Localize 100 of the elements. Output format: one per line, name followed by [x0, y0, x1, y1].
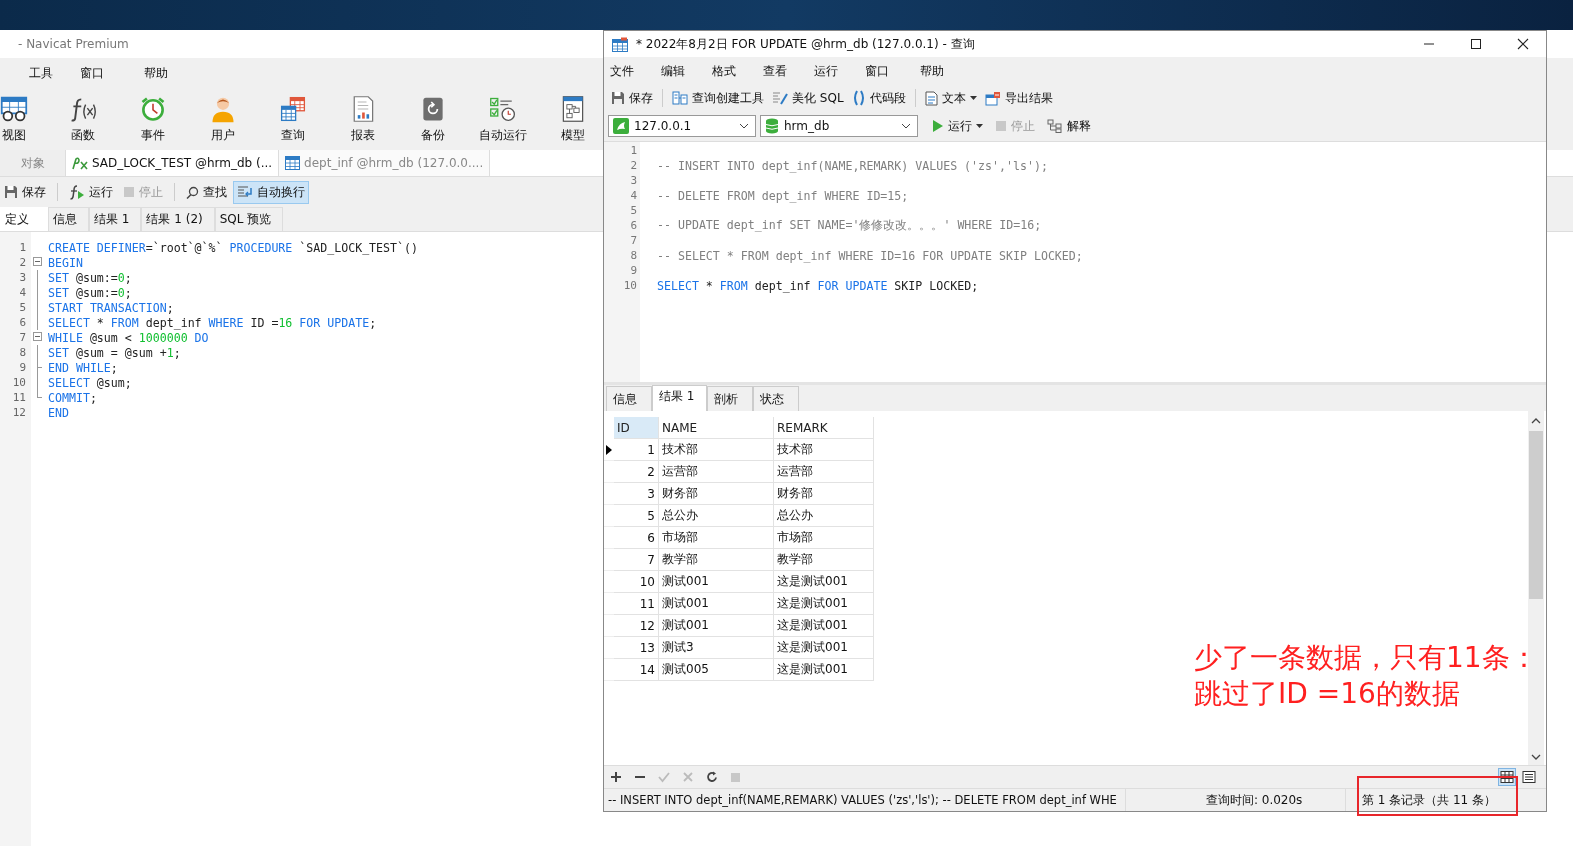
tab[interactable]: SQL 预览	[214, 207, 284, 231]
fold-marker[interactable]	[33, 332, 42, 341]
menu-item[interactable]: 查看	[763, 62, 814, 80]
refresh-icon[interactable]	[706, 771, 718, 783]
toolbar-button[interactable]: 导出结果	[980, 86, 1057, 110]
code-line: -- INSERT INTO dept_inf(NAME,REMARK) VALUES ('zs','ls');	[657, 158, 1048, 173]
menu-item[interactable]: 运行	[814, 62, 865, 80]
fold-marker[interactable]	[33, 257, 42, 266]
procedure-icon	[72, 156, 88, 170]
table-cell: 技术部	[774, 439, 874, 461]
line-number: 5	[18, 301, 26, 314]
toolbar-button[interactable]: 报表	[335, 94, 391, 144]
chevron-down-icon	[739, 123, 749, 129]
table-cell: 财务部	[659, 483, 774, 505]
line-number: 3	[629, 174, 637, 187]
table-cell: 测试001	[659, 593, 774, 615]
add-icon[interactable]	[610, 771, 622, 783]
toolbar-button[interactable]: 代码段	[847, 86, 910, 110]
stop-icon[interactable]	[730, 771, 741, 783]
check-icon[interactable]	[658, 771, 670, 783]
table-cell: 6	[614, 527, 659, 549]
scroll-down-icon[interactable]	[1531, 753, 1541, 761]
tab[interactable]: 剖析	[707, 386, 754, 411]
dropdown-arrow-icon	[969, 95, 977, 101]
toolbar-button[interactable]: 美化 SQL	[768, 86, 848, 110]
table-cell: 教学部	[774, 549, 874, 571]
scrollbar[interactable]	[1528, 411, 1544, 765]
tab[interactable]: 结果 1 (2)	[141, 207, 215, 231]
table-view-icon	[0, 94, 28, 123]
stop-icon	[123, 186, 135, 198]
toolbar-button[interactable]: 视图	[0, 94, 28, 144]
toolbar-button[interactable]: 运行	[928, 114, 987, 138]
tab[interactable]: 信息	[606, 386, 652, 411]
menu-item[interactable]: 编辑	[661, 62, 712, 80]
table-cell: 总公办	[774, 505, 874, 527]
table-cell: 测试001	[659, 615, 774, 637]
code-line: -- DELETE FROM dept_inf WHERE ID=15;	[657, 188, 909, 203]
record-count: 第 1 条记录（共 11 条）	[1361, 791, 1497, 809]
toolbar-button[interactable]: 事件	[125, 94, 181, 144]
tab[interactable]: 状态	[753, 386, 800, 411]
code-line: END WHILE;	[48, 360, 118, 375]
menu-item[interactable]: 窗口	[865, 62, 920, 80]
line-number: 4	[629, 189, 637, 202]
status-text: -- INSERT INTO dept_inf(NAME,REMARK) VALUES ('zs','ls'); -- DELETE FROM dept_inf WHE	[604, 789, 1126, 811]
toolbar-button[interactable]: 函数	[55, 94, 111, 144]
tab[interactable]: 结果 1	[89, 207, 142, 231]
form-view-icon[interactable]	[1520, 768, 1538, 786]
menu-item[interactable]: 文件	[610, 62, 661, 80]
toolbar-button[interactable]: 保存	[607, 86, 657, 110]
table-cell: 总公办	[659, 505, 774, 527]
column-header[interactable]: REMARK	[774, 417, 874, 439]
table-cell: 这是测试001	[774, 637, 874, 659]
toolbar-button[interactable]: 自动换行	[233, 180, 309, 204]
tab[interactable]: 信息	[48, 207, 89, 231]
table-cell: 市场部	[774, 527, 874, 549]
line-number: 7	[629, 234, 637, 247]
table-icon	[612, 36, 628, 52]
line-number: 10	[11, 376, 26, 389]
connection-select[interactable]: 127.0.0.1	[608, 115, 756, 137]
scroll-up-icon[interactable]	[1531, 417, 1541, 425]
tab[interactable]: dept_inf @hrm_db (127.0.0....	[279, 150, 491, 176]
line-number: 6	[629, 219, 637, 232]
toolbar-button[interactable]: 查找	[182, 180, 231, 204]
toolbar-button[interactable]: 模型	[545, 94, 601, 144]
toolbar-button[interactable]: 运行	[65, 180, 117, 204]
toolbar-button[interactable]: 查询	[265, 94, 321, 144]
toolbar-button[interactable]: 备份	[405, 94, 461, 144]
column-header[interactable]: NAME	[659, 417, 774, 439]
menu-item[interactable]: 帮助	[920, 62, 975, 80]
table-cell: 3	[614, 483, 659, 505]
menu-item[interactable]: 帮助	[144, 64, 168, 82]
toolbar-button[interactable]: 解释	[1043, 114, 1095, 138]
toolbar-button[interactable]: 查询创建工具	[668, 86, 768, 110]
table-cell: 这是测试001	[774, 615, 874, 637]
table-cell: 7	[614, 549, 659, 571]
tab[interactable]: 定义	[0, 207, 48, 231]
toolbar-button[interactable]: 文本	[920, 86, 981, 110]
beautify-icon	[772, 91, 788, 105]
menu-item[interactable]: 工具	[29, 64, 53, 82]
toolbar-button[interactable]: 保存	[0, 180, 50, 204]
close-icon[interactable]	[1517, 38, 1529, 50]
toolbar-button[interactable]: 用户	[195, 94, 251, 144]
column-header[interactable]: ID	[614, 417, 659, 439]
database-select[interactable]: hrm_db	[760, 115, 918, 137]
line-number: 11	[11, 391, 26, 404]
menu-item[interactable]: 窗口	[80, 64, 104, 82]
line-number: 12	[11, 406, 26, 419]
chevron-down-icon	[901, 123, 911, 129]
toolbar-button[interactable]: 自动运行	[475, 94, 531, 144]
code-line: -- UPDATE dept_inf SET NAME='修修改改。。。' WHERE ID=16;	[657, 218, 1042, 233]
code-line: SET @sum = @sum +1;	[48, 345, 181, 360]
menu-item[interactable]: 格式	[712, 62, 763, 80]
code-line: SELECT * FROM dept_inf FOR UPDATE SKIP LOCKED;	[657, 278, 979, 293]
table-cell: 运营部	[659, 461, 774, 483]
code-line: START TRANSACTION;	[48, 300, 174, 315]
code-editor[interactable]	[604, 141, 1546, 382]
table-cell: 测试3	[659, 637, 774, 659]
stop-icon	[995, 120, 1007, 132]
maximize-icon[interactable]	[1470, 38, 1482, 50]
tab[interactable]: 结果 1	[652, 385, 708, 411]
